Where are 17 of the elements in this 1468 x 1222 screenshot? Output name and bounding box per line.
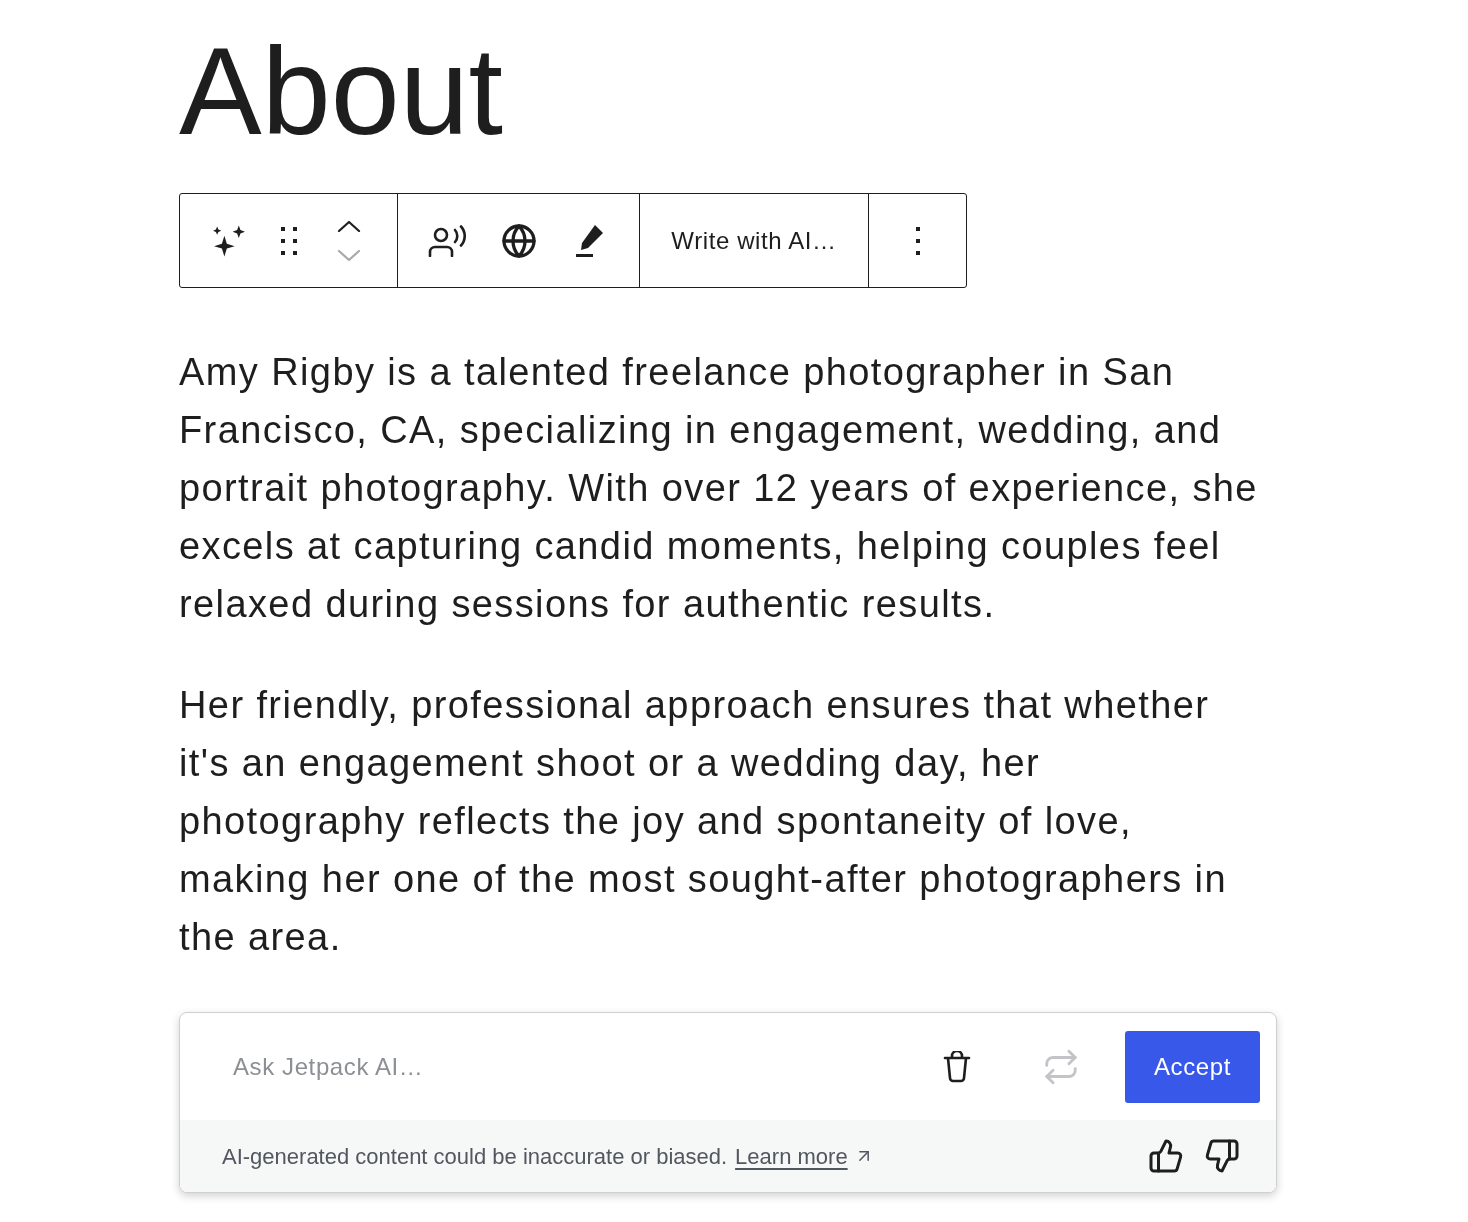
sparkles-icon: [212, 223, 246, 258]
trash-icon: [943, 1050, 971, 1083]
page-title: About: [179, 29, 504, 153]
globe-icon: [500, 222, 537, 259]
learn-more-link[interactable]: Learn more: [735, 1139, 848, 1173]
thumbs-up-icon: [1148, 1138, 1184, 1174]
accept-button[interactable]: Accept: [1125, 1030, 1260, 1103]
prompt-field[interactable]: Ask Jetpack AI…: [200, 1036, 917, 1097]
more-options-icon: [915, 226, 920, 255]
disclaimer-text: AI-generated content could be inaccurate or biased.: [222, 1142, 728, 1171]
body-paragraph: Her friendly, professional approach ensures that whether it's an engagement shoot or a wedding day, her photography reflects the joy and spontaneity of love, making her one of the most sought-after photographers in the area.: [179, 683, 1228, 960]
body-paragraph: Amy Rigby is a talented freelance photographer in San Francisco, CA, specializing in engagement, wedding, and portrait photography. With over 12 years of experience, she excels at capturing candid moments, helping couples feel relaxed during sessions for authentic results.: [179, 350, 1259, 627]
thumbs-down-icon: [1204, 1138, 1240, 1174]
write-with-ai-button[interactable]: Write with AI…: [663, 210, 845, 271]
drag-handle-icon: [281, 226, 297, 255]
person-speaking-icon: [427, 224, 468, 257]
pencil-icon: [574, 223, 605, 258]
